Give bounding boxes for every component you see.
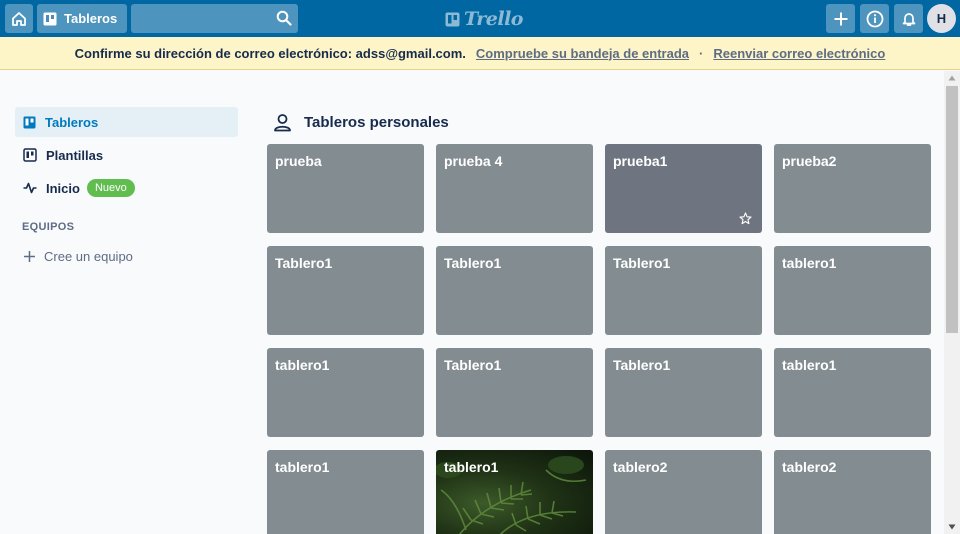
search-input[interactable] [131, 4, 271, 33]
home-button[interactable] [5, 4, 33, 33]
board-tile-title: Tablero1 [613, 357, 671, 373]
board-tile[interactable]: Tablero1 [605, 348, 762, 437]
board-tile[interactable]: tablero1 [267, 348, 424, 437]
top-nav-bar: Tableros Trello H [0, 0, 960, 37]
trello-logo[interactable]: Trello [445, 8, 523, 30]
board-tile-title: tablero1 [275, 357, 330, 373]
board-tile[interactable]: prueba1 [605, 144, 762, 233]
board-tile[interactable]: prueba [267, 144, 424, 233]
trello-logo-text: Trello [464, 8, 523, 30]
personal-boards-heading: Tableros personales [273, 113, 449, 132]
board-tile-title: prueba1 [613, 153, 668, 169]
person-icon [274, 114, 291, 132]
teams-heading: EQUIPOS [22, 221, 75, 233]
check-inbox-link[interactable]: Compruebe su bandeja de entrada [476, 46, 689, 61]
board-tile-title: Tablero1 [613, 255, 671, 271]
avatar[interactable]: H [927, 4, 956, 33]
star-icon[interactable] [739, 212, 752, 225]
resend-email-link[interactable]: Reenviar correo electrónico [713, 46, 885, 61]
board-tile-title: tablero2 [782, 459, 837, 475]
scrollbar-thumb[interactable] [946, 86, 958, 333]
sidebar-item-label: Tableros [45, 114, 99, 130]
info-icon [866, 10, 883, 27]
board-tile[interactable]: Tablero1 [605, 246, 762, 335]
bell-icon [902, 12, 915, 26]
scroll-up-arrow[interactable] [944, 71, 960, 85]
board-tile[interactable]: tablero2 [605, 450, 762, 534]
board-tile[interactable]: tablero1 [774, 246, 931, 335]
template-icon [23, 148, 37, 162]
board-tile-title: tablero2 [613, 459, 668, 475]
board-tile-title: tablero1 [275, 459, 330, 475]
plus-icon [24, 251, 35, 262]
chevron-down-icon [948, 524, 956, 530]
sidebar-item-inicio[interactable]: Inicio Nuevo [15, 173, 238, 203]
board-tile-title: Tablero1 [275, 255, 333, 271]
board-tile-title: Tablero1 [444, 357, 502, 373]
new-badge: Nuevo [86, 179, 135, 197]
board-tile[interactable]: tablero1 [436, 450, 593, 534]
section-title: Tableros personales [304, 114, 449, 131]
create-team-label: Cree un equipo [44, 249, 133, 264]
activity-icon [23, 182, 37, 194]
search-icon[interactable] [276, 10, 292, 26]
board-tile[interactable]: tablero1 [267, 450, 424, 534]
boards-button[interactable]: Tableros [37, 4, 127, 33]
board-icon [43, 12, 57, 25]
boards-grid: prueba prueba 4 prueba1 prueba2 Tablero1… [267, 144, 931, 534]
boards-button-label: Tableros [64, 11, 118, 26]
sidebar-item-label: Plantillas [46, 147, 104, 163]
sidebar-item-label: Inicio [46, 180, 80, 196]
search-box[interactable] [131, 4, 298, 33]
board-tile[interactable]: Tablero1 [436, 348, 593, 437]
sidebar: Tableros Plantillas Inicio Nuevo EQUIPOS… [15, 107, 238, 264]
board-tile[interactable]: tablero1 [774, 348, 931, 437]
email-confirm-banner: Confirme su dirección de correo electrón… [0, 37, 960, 70]
home-icon [12, 11, 26, 26]
chevron-up-icon [948, 75, 956, 81]
page-scrollbar[interactable] [944, 71, 960, 534]
board-tile-title: Tablero1 [444, 255, 502, 271]
board-tile[interactable]: prueba 4 [436, 144, 593, 233]
banner-separator: · [699, 45, 704, 61]
board-tile[interactable]: Tablero1 [267, 246, 424, 335]
info-button[interactable] [860, 4, 889, 33]
plus-icon [834, 12, 847, 25]
board-tile[interactable]: prueba2 [774, 144, 931, 233]
banner-message: Confirme su dirección de correo electrón… [74, 45, 466, 61]
board-tile-title: tablero1 [444, 459, 499, 475]
board-tile[interactable]: tablero2 [774, 450, 931, 534]
board-tile-title: prueba 4 [444, 153, 503, 169]
notifications-button[interactable] [894, 4, 923, 33]
board-tile-title: prueba2 [782, 153, 837, 169]
board-tile-title: prueba [275, 153, 322, 169]
trello-logo-icon [445, 12, 460, 26]
board-tile-title: tablero1 [782, 357, 837, 373]
board-icon [23, 116, 36, 128]
sidebar-item-plantillas[interactable]: Plantillas [15, 140, 238, 170]
sidebar-item-tableros[interactable]: Tableros [15, 107, 238, 137]
create-button[interactable] [826, 4, 855, 33]
create-team-button[interactable]: Cree un equipo [15, 249, 238, 264]
board-tile[interactable]: Tablero1 [436, 246, 593, 335]
scroll-down-arrow[interactable] [944, 520, 960, 534]
board-tile-title: tablero1 [782, 255, 837, 271]
